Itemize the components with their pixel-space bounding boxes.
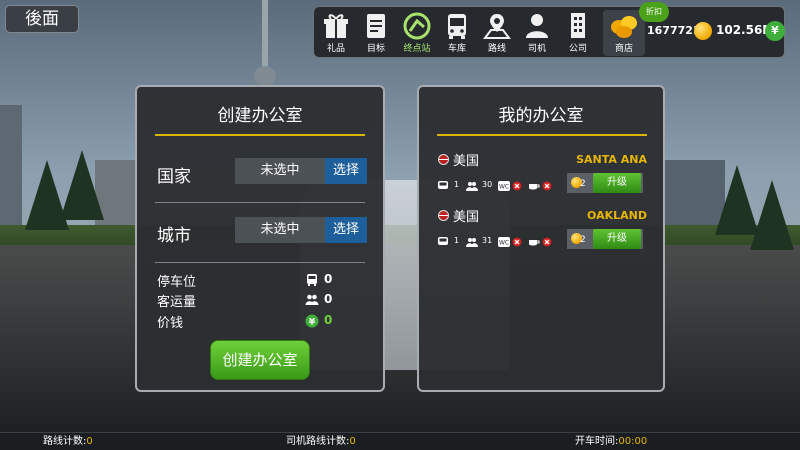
drive-time-label: 开车时间:	[575, 436, 619, 447]
create-office-button[interactable]: 创建办公室	[210, 340, 310, 380]
terminal-icon	[403, 12, 431, 40]
price-value: 0	[324, 313, 333, 327]
passenger-value: 0	[324, 292, 333, 306]
price-label: 价钱	[157, 316, 184, 331]
office-level: 2	[580, 235, 586, 245]
wc-icon: WC	[498, 181, 510, 191]
office-country: 美国	[453, 154, 480, 169]
coin-icon	[694, 22, 712, 40]
country-select-button[interactable]: 选择	[325, 158, 367, 184]
discount-badge[interactable]: 折扣	[639, 2, 669, 22]
top-toolbar: 礼品 目标 终点站 车库 路线 司机 公司 商店 折扣 16777215 102…	[313, 2, 785, 58]
toolbar-route-label: 路线	[487, 44, 506, 54]
cash-icon: ¥	[765, 21, 785, 41]
toolbar-company-label: 公司	[568, 44, 587, 54]
driver-route-count: 司机路线计数:0	[286, 433, 356, 450]
office-passenger-count: 31	[482, 236, 493, 245]
svg-text:WC: WC	[499, 184, 509, 191]
city-label: 城市	[157, 226, 191, 246]
coffee-icon	[529, 240, 540, 246]
toolbar-driver[interactable]: 司机	[518, 10, 556, 56]
passengers-icon	[466, 238, 478, 247]
bottom-status-bar: 路线计数:0 司机路线计数:0 开车时间:00:00	[0, 432, 800, 450]
building	[0, 105, 22, 235]
toolbar-driver-label: 司机	[527, 44, 546, 54]
create-office-title: 创建办公室	[217, 106, 303, 126]
unavailable-icon	[512, 181, 522, 191]
toolbar-garage-label: 车库	[447, 44, 466, 54]
cash-icon: ¥	[305, 314, 319, 328]
background-scene	[0, 0, 800, 450]
route-count: 路线计数:0	[43, 433, 93, 450]
driver-route-value: 0	[349, 436, 356, 447]
usa-flag-icon	[438, 210, 449, 221]
tree	[60, 150, 104, 220]
route-count-value: 0	[86, 436, 93, 447]
svg-text:¥: ¥	[309, 318, 316, 328]
building-icon	[571, 13, 585, 38]
toolbar-target[interactable]: 目标	[357, 10, 395, 56]
bus-icon	[438, 237, 448, 245]
drive-time-value: 00:00	[618, 436, 648, 447]
toolbar-target-label: 目标	[366, 44, 385, 54]
svg-text:WC: WC	[499, 240, 509, 247]
tree	[750, 180, 794, 250]
office-country: 美国	[453, 210, 480, 225]
parking-value: 0	[324, 272, 333, 286]
route-icon	[483, 14, 511, 39]
toolbar-shop-label: 商店	[614, 44, 633, 54]
shop-coins-icon	[611, 16, 637, 38]
coffee-icon	[529, 184, 540, 190]
toolbar-terminal[interactable]: 终点站	[398, 10, 436, 56]
route-count-label: 路线计数:	[43, 436, 87, 447]
gift-icon	[324, 14, 348, 38]
country-label: 国家	[157, 167, 191, 187]
divider	[155, 262, 365, 263]
toolbar-garage[interactable]: 车库	[438, 10, 476, 56]
back-button[interactable]: 後面	[5, 5, 79, 33]
city-select-button[interactable]: 选择	[325, 217, 367, 243]
toolbar-terminal-label: 终点站	[403, 44, 431, 54]
toolbar-gift[interactable]: 礼品	[317, 10, 355, 56]
drive-time: 开车时间:00:00	[575, 433, 647, 450]
office-row: 美国 SANTA ANA 1 30 WC 2 升级	[433, 150, 647, 202]
my-offices-panel: 我的办公室 美国 SANTA ANA 1 30 WC 2 升级 美国 OAKLA…	[417, 85, 665, 392]
toolbar-route[interactable]: 路线	[478, 10, 516, 56]
unavailable-icon	[542, 181, 552, 191]
country-value: 未选中	[235, 158, 325, 184]
divider	[155, 202, 365, 203]
toolbar-shop[interactable]: 商店	[603, 10, 645, 56]
office-bus-count: 1	[454, 236, 460, 245]
title-divider	[155, 134, 365, 136]
passengers-icon	[466, 182, 478, 191]
upgrade-button[interactable]: 升级	[593, 173, 641, 193]
toolbar-company[interactable]: 公司	[559, 10, 597, 56]
clipboard-icon	[367, 14, 385, 38]
office-bus-count: 1	[454, 180, 460, 189]
city-value: 未选中	[235, 217, 325, 243]
toolbar-gift-label: 礼品	[326, 44, 345, 54]
office-city[interactable]: OAKLAND	[587, 209, 647, 222]
driver-route-label: 司机路线计数:	[286, 436, 350, 447]
usa-flag-icon	[438, 154, 449, 165]
bus-icon	[438, 181, 448, 189]
upgrade-button[interactable]: 升级	[593, 229, 641, 249]
office-passenger-count: 30	[482, 180, 493, 189]
tv-tower-top	[254, 66, 276, 86]
office-city[interactable]: SANTA ANA	[576, 153, 647, 166]
driver-icon	[526, 14, 548, 38]
bus-icon	[307, 274, 317, 286]
title-divider	[437, 134, 647, 136]
my-offices-title: 我的办公室	[498, 106, 584, 126]
bus-icon	[448, 14, 466, 39]
passengers-icon	[305, 294, 319, 305]
office-level: 2	[580, 179, 586, 189]
passenger-label: 客运量	[157, 295, 197, 310]
unavailable-icon	[512, 237, 522, 247]
parking-label: 停车位	[157, 275, 197, 290]
office-row: 美国 OAKLAND 1 31 WC 2 升级	[433, 206, 647, 258]
wc-icon: WC	[498, 237, 510, 247]
unavailable-icon	[542, 237, 552, 247]
create-office-panel: 创建办公室 国家 未选中 选择 城市 未选中 选择 停车位 0 客运量 0 价钱…	[135, 85, 385, 392]
